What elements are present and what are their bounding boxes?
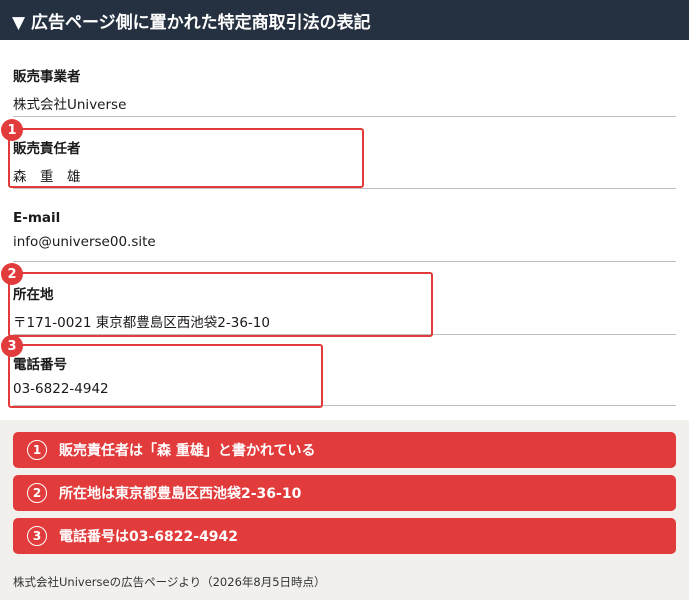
- divider: [13, 188, 676, 189]
- annotation-text: 電話番号は03-6822-4942: [59, 529, 239, 545]
- number-badge-2: 2: [1, 263, 23, 285]
- field-value: info@universe00.site: [13, 234, 156, 250]
- circled-number: 1: [27, 440, 47, 460]
- divider: [13, 261, 676, 262]
- source-caption: 株式会社Universeの広告ページより（2026年8月5日時点）: [13, 575, 326, 589]
- circled-number: 3: [27, 526, 47, 546]
- annotation-text: 販売責任者は「森 重雄」と書かれている: [59, 443, 316, 459]
- field-email: E-mail info@universe00.site: [13, 210, 676, 250]
- divider: [13, 116, 676, 117]
- field-label: 販売事業者: [13, 69, 81, 85]
- highlight-box-3: [8, 344, 323, 408]
- highlight-box-1: [8, 128, 364, 188]
- circled-number: 2: [27, 483, 47, 503]
- annotation-note-3: 3 電話番号は03-6822-4942: [13, 518, 676, 554]
- highlight-box-2: [8, 272, 433, 337]
- number-badge-3: 3: [1, 335, 23, 357]
- number-badge-1: 1: [1, 119, 23, 141]
- section-header: ▼ 広告ページ側に置かれた特定商取引法の表記: [0, 0, 689, 40]
- annotation-text: 所在地は東京都豊島区西池袋2-36-10: [59, 486, 302, 502]
- annotation-note-2: 2 所在地は東京都豊島区西池袋2-36-10: [13, 475, 676, 511]
- annotation-note-1: 1 販売責任者は「森 重雄」と書かれている: [13, 432, 676, 468]
- field-seller: 販売事業者 株式会社Universe: [13, 65, 676, 113]
- section-title: ▼ 広告ページ側に置かれた特定商取引法の表記: [12, 12, 371, 33]
- field-label: E-mail: [13, 210, 61, 226]
- field-value: 株式会社Universe: [13, 97, 127, 113]
